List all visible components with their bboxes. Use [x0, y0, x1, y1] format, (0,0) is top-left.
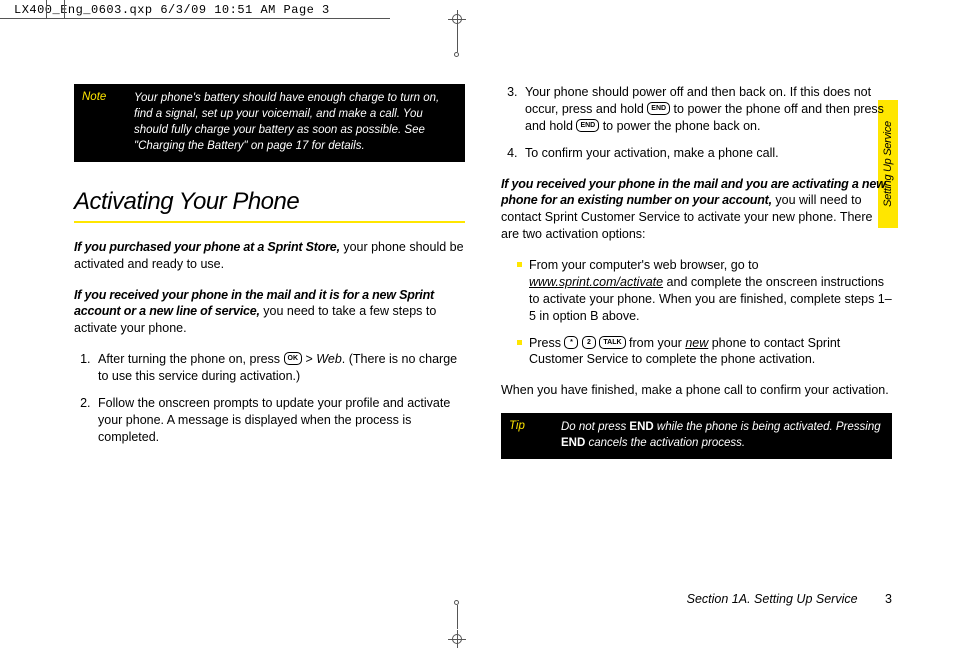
page-footer: Section 1A. Setting Up Service 3: [687, 591, 892, 608]
page-spread: Note Your phone's battery should have en…: [74, 84, 892, 604]
step-item: To confirm your activation, make a phone…: [521, 145, 892, 162]
paragraph: If you received your phone in the mail a…: [74, 287, 465, 338]
bullet-text: From your computer's web browser, go to: [529, 258, 759, 272]
ordered-steps: After turning the phone on, press OK > W…: [74, 351, 465, 445]
lead-emphasis: If you purchased your phone at a Sprint …: [74, 240, 340, 254]
step-item: Follow the onscreen prompts to update yo…: [94, 395, 465, 446]
key-icon: TALK: [599, 336, 625, 349]
step-text: to power the phone back on.: [599, 119, 760, 133]
crop-mark: [0, 18, 390, 19]
right-column: Your phone should power off and then bac…: [501, 84, 892, 604]
step-text: To confirm your activation, make a phone…: [525, 146, 779, 160]
key-icon: *: [564, 336, 578, 349]
step-text: >: [302, 352, 316, 366]
step-text: Follow the onscreen prompts to update yo…: [98, 396, 450, 444]
crop-mark: [457, 28, 458, 52]
qxp-header: LX400_Eng_0603.qxp 6/3/09 10:51 AM Page …: [0, 0, 954, 20]
step-item: After turning the phone on, press OK > W…: [94, 351, 465, 385]
left-column: Note Your phone's battery should have en…: [74, 84, 465, 604]
crop-mark: [457, 605, 458, 629]
tip-text-part: Do not press: [561, 421, 629, 433]
paragraph: If you purchased your phone at a Sprint …: [74, 239, 465, 273]
crop-mark: [64, 0, 65, 18]
footer-section: Section 1A. Setting Up Service: [687, 592, 858, 606]
page-number: 3: [885, 592, 892, 606]
note-text: Your phone's battery should have enough …: [134, 90, 457, 154]
emphasis-new: new: [685, 336, 708, 350]
key-label: END: [629, 421, 653, 433]
step-text: After turning the phone on, press: [98, 352, 284, 366]
bullet-item: From your computer's web browser, go to …: [517, 257, 892, 325]
section-heading: Activating Your Phone: [74, 186, 465, 222]
tip-label: Tip: [509, 419, 551, 451]
menu-item: Web: [316, 352, 341, 366]
ordered-steps: Your phone should power off and then bac…: [501, 84, 892, 162]
bullet-text: from your: [626, 336, 686, 350]
paragraph: If you received your phone in the mail a…: [501, 176, 892, 244]
bullet-list: From your computer's web browser, go to …: [501, 257, 892, 368]
tip-text: Do not press END while the phone is bein…: [561, 419, 884, 451]
note-label: Note: [82, 90, 124, 154]
paragraph: When you have finished, make a phone cal…: [501, 382, 892, 399]
tip-text-part: cancels the activation process.: [585, 437, 745, 449]
key-label: END: [561, 437, 585, 449]
key-icon: 2: [582, 336, 596, 349]
crop-mark: [454, 52, 459, 57]
note-callout: Note Your phone's battery should have en…: [74, 84, 465, 162]
url-link: www.sprint.com/activate: [529, 275, 663, 289]
bullet-item: Press * 2 TALK from your new phone to co…: [517, 335, 892, 369]
crop-mark: [46, 0, 47, 18]
tip-text-part: while the phone is being activated. Pres…: [654, 421, 881, 433]
key-icon: OK: [284, 352, 303, 365]
key-icon: END: [647, 102, 670, 115]
key-icon: END: [576, 119, 599, 132]
step-item: Your phone should power off and then bac…: [521, 84, 892, 135]
tip-callout: Tip Do not press END while the phone is …: [501, 413, 892, 459]
bullet-text: Press: [529, 336, 564, 350]
